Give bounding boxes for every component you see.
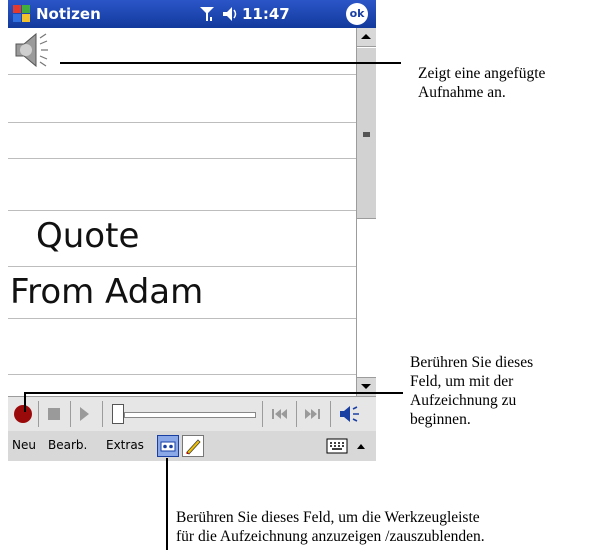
ruled-line: [8, 122, 356, 123]
cassette-icon: [160, 441, 176, 452]
callout-text: Berühren Sie dieses Feld, um die Werkzeu…: [176, 509, 480, 526]
callout-text: beginnen.: [410, 411, 471, 428]
ruled-line: [8, 158, 356, 159]
separator: [330, 401, 331, 427]
scroll-up-button[interactable]: [357, 28, 376, 47]
separator: [70, 401, 71, 427]
callout-text: für die Aufzeichnung anzuzeigen /zauszub…: [176, 528, 485, 545]
scroll-thumb[interactable]: [357, 48, 376, 219]
note-canvas[interactable]: Quote From Adam: [8, 28, 356, 396]
callout-line: [24, 392, 403, 394]
pocketpc-screen: Notizen 11:47 ok Quote From Adam Neu Bea…: [8, 0, 377, 482]
menu-new[interactable]: Neu: [12, 438, 36, 452]
ok-button[interactable]: ok: [346, 3, 368, 25]
clock[interactable]: 11:47: [242, 5, 290, 23]
separator: [38, 401, 39, 427]
arrow-down-icon: [361, 384, 371, 389]
callout-line: [60, 62, 401, 64]
arrow-up-icon: [361, 34, 371, 39]
volume-icon[interactable]: [222, 6, 240, 22]
pen-icon: [186, 439, 201, 455]
keyboard-icon[interactable]: [326, 437, 348, 455]
callout-text: Aufzeichnung zu: [410, 392, 517, 409]
separator: [262, 401, 263, 427]
callout-text: Feld, um mit der: [410, 373, 514, 390]
slider-track[interactable]: [124, 412, 256, 418]
skip-forward-icon[interactable]: [302, 406, 322, 422]
menu-bar: Neu Bearb. Extras: [8, 431, 376, 461]
speaker-recording-icon[interactable]: [10, 30, 54, 70]
callout-recording-indicator: Zeigt eine angefügte Aufnahme an.: [418, 64, 545, 102]
separator: [296, 401, 297, 427]
callout-line: [24, 392, 26, 412]
pen-mode-button[interactable]: [182, 435, 204, 457]
ruled-line: [8, 266, 356, 267]
playback-slider[interactable]: [110, 403, 256, 425]
title-bar: Notizen 11:47 ok: [8, 0, 376, 28]
skip-back-icon[interactable]: [270, 406, 290, 422]
menu-tools[interactable]: Extras: [106, 438, 144, 452]
ruled-line: [8, 74, 356, 75]
callout-text: Zeigt eine angefügte: [418, 65, 546, 82]
handwritten-text: Quote: [36, 216, 140, 256]
play-button[interactable]: [80, 407, 89, 421]
speaker-volume-icon[interactable]: [338, 404, 364, 424]
callout-toolbar-toggle: Berühren Sie dieses Feld, um die Werkzeu…: [176, 508, 485, 546]
callout-record-button: Berühren Sie dieses Feld, um mit der Auf…: [410, 353, 533, 429]
input-menu-arrow-icon[interactable]: [354, 440, 368, 454]
grip-icon: [363, 132, 370, 137]
ruled-line: [8, 210, 356, 211]
app-title: Notizen: [36, 5, 101, 23]
handwritten-text: From Adam: [10, 272, 204, 312]
signal-icon[interactable]: [198, 5, 216, 23]
callout-line: [166, 458, 168, 550]
ruled-line: [8, 374, 356, 375]
separator: [102, 401, 103, 427]
windows-start-icon[interactable]: [10, 2, 34, 26]
callout-text: Aufnahme an.: [418, 84, 506, 101]
stop-button[interactable]: [48, 408, 60, 420]
callout-text: Berühren Sie dieses: [410, 354, 534, 371]
recording-toolbar: [8, 396, 376, 432]
toggle-recording-toolbar-button[interactable]: [157, 435, 179, 457]
record-button[interactable]: [14, 405, 32, 423]
menu-edit[interactable]: Bearb.: [48, 438, 87, 452]
slider-thumb[interactable]: [112, 404, 124, 424]
vertical-scrollbar[interactable]: [356, 28, 377, 396]
ruled-line: [8, 318, 356, 319]
